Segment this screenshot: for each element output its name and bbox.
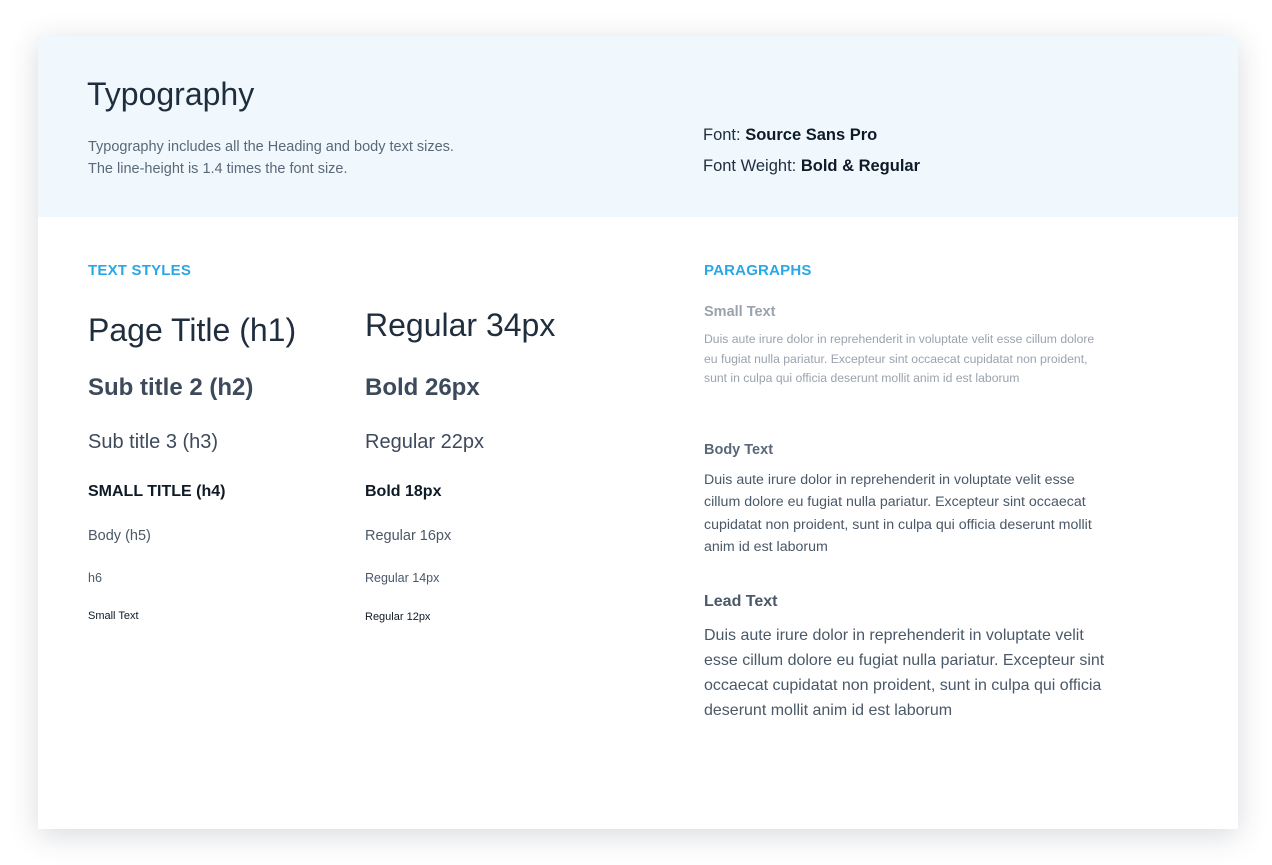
intro-line: The line-height is 1.4 times the font si…: [88, 161, 348, 177]
style-spec-h2: Bold 26px: [365, 374, 480, 401]
style-spec-h5: Regular 16px: [365, 528, 452, 544]
style-name-h2: Sub title 2 (h2): [88, 374, 254, 401]
style-name-h5: Body (h5): [88, 528, 151, 544]
style-spec-h4: Bold 18px: [365, 483, 442, 500]
style-spec-small: Regular 12px: [365, 611, 431, 623]
style-name-h3: Sub title 3 (h3): [88, 431, 219, 453]
page-title: Typography: [87, 76, 255, 112]
lead-text-paragraph: Duis aute irure dolor in reprehenderit i…: [704, 627, 1105, 719]
font-family-row: Font: Source Sans Pro: [703, 120, 920, 151]
typography-card: Typography Typography includes all the H…: [38, 36, 1238, 829]
lead-text-label: Lead Text: [704, 593, 778, 610]
style-name-h1: Page Title (h1): [88, 312, 297, 348]
paragraphs-heading: PARAGRAPHS: [704, 262, 812, 279]
font-value: Source Sans Pro: [745, 126, 878, 144]
text-styles-heading: TEXT STYLES: [88, 262, 192, 279]
style-name-h4: SMALL TITLE (h4): [88, 483, 226, 500]
font-info: Font: Source Sans Pro Font Weight: Bold …: [703, 120, 920, 182]
intro-line: Typography includes all the Heading and …: [88, 139, 454, 155]
body-text-label: Body Text: [704, 442, 774, 458]
small-text-paragraph: Duis aute irure dolor in reprehenderit i…: [704, 332, 1095, 386]
font-label: Font:: [703, 126, 746, 144]
typography-header: Typography Typography includes all the H…: [38, 36, 1238, 217]
font-weight-row: Font Weight: Bold & Regular: [703, 151, 920, 182]
style-name-h6: h6: [88, 571, 102, 585]
style-spec-h3: Regular 22px: [365, 431, 484, 453]
weight-label: Font Weight:: [703, 157, 801, 175]
intro-text: Typography includes all the Heading and …: [88, 136, 454, 180]
weight-value: Bold & Regular: [800, 157, 921, 175]
style-name-small: Small Text: [88, 610, 139, 622]
style-spec-h6: Regular 14px: [365, 571, 440, 585]
body-text-paragraph: Duis aute irure dolor in reprehenderit i…: [704, 472, 1092, 556]
small-text-label: Small Text: [704, 304, 776, 320]
style-spec-h1: Regular 34px: [365, 307, 556, 343]
